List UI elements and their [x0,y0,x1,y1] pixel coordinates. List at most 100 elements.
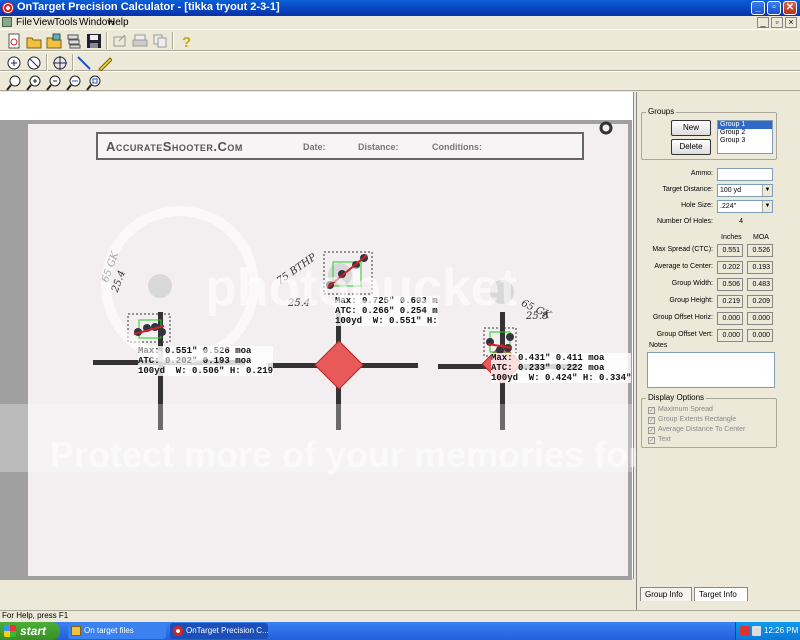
shield-icon[interactable] [740,626,750,636]
chevron-down-icon[interactable]: ▼ [762,185,772,196]
crosshair-icon [53,55,67,70]
chevron-down-icon[interactable]: ▼ [762,201,772,212]
zoom-out-button[interactable] [44,73,64,92]
zoom-width-button[interactable] [64,73,84,92]
option-label: Maximum Spread [658,406,713,413]
hole-size-select[interactable]: .224" ▼ [717,200,773,213]
group-list-item[interactable]: Group 3 [718,137,772,145]
zoom-fit-button[interactable] [4,73,24,92]
notes-textarea[interactable] [647,352,775,388]
num-holes-label: Number Of Holes: [656,218,713,225]
minimize-button[interactable]: _ [751,1,765,15]
group-list-item[interactable]: Group 1 [718,121,772,129]
tab-group-info[interactable]: Group Info [640,587,692,601]
target-date-field: Date: [303,142,326,152]
tab-label: Group Info [645,590,683,599]
calibrate-button[interactable] [4,53,24,72]
target-distance-field: Distance: [358,142,399,152]
stat-inches-value: 0.551 [717,244,743,257]
copy-button[interactable] [150,31,170,50]
measure-button[interactable] [74,53,94,72]
ammo-field[interactable] [717,168,773,181]
tab-target-info[interactable]: Target Info [694,587,748,601]
open-button[interactable] [24,31,44,50]
open-folder-icon [26,37,42,48]
menu-view[interactable]: View [33,17,55,28]
display-options-legend: Display Options [646,393,707,402]
export-button[interactable] [110,31,130,50]
menu-file[interactable]: File [16,17,32,28]
stat-label: Max Spread (CTC): [652,246,713,253]
help-button[interactable]: ? [176,31,196,50]
target-brand: AccurateShooter.Com [106,139,243,154]
tools-toolbar [0,51,800,71]
hole-size-value: .224" [720,203,737,210]
new-group-button[interactable]: New [671,120,711,136]
zoom-in-button[interactable] [24,73,44,92]
doc-restore-button[interactable]: ▫ [771,17,783,28]
save-disk-icon [87,33,101,48]
checkbox-icon: ✓ [648,407,655,414]
start-button[interactable]: start [0,622,60,640]
target-distance-select[interactable]: 100 yd ▼ [717,184,773,197]
stat-moa-value: 0.209 [747,295,773,308]
stat-inches-value: 0.000 [717,312,743,325]
group-extents-checkbox[interactable]: ✓ Group Extents Rectangle [648,416,736,424]
watermark-logo-text: photobucket [205,259,517,317]
task-ontarget-app[interactable]: OnTarget Precision C... [170,623,268,639]
maximize-button[interactable]: ▫ [767,1,781,15]
help-question-icon: ? [182,34,191,49]
folder-icon [71,626,81,636]
document-icon[interactable] [2,17,12,27]
close-button[interactable]: ✕ [783,1,797,15]
new-file-button[interactable] [4,31,24,50]
system-tray: 12:26 PM [735,622,800,640]
aim-point-button[interactable] [50,53,70,72]
stat-moa-value: 0.526 [747,244,773,257]
target-header: AccurateShooter.Com Date: Distance: Cond… [96,132,584,160]
stat-label: Group Offset Horiz: [652,314,713,321]
speaker-icon[interactable] [752,626,761,636]
toolbar-separator [172,32,174,49]
group-list-item[interactable]: Group 2 [718,129,772,137]
windows-logo-icon [4,625,16,637]
option-label: Text [658,436,671,443]
menu-help[interactable]: Help [108,17,129,28]
new-file-icon [8,33,20,48]
checkbox-icon: ✓ [648,437,655,444]
window-title: OnTarget Precision Calculator - [tikka t… [17,1,280,13]
rotate-circle-icon [27,56,41,69]
ammo-label: Ammo: [690,170,713,177]
group-listbox[interactable]: Group 1 Group 2 Group 3 [717,120,773,154]
status-bar: For Help, press F1 [0,610,800,622]
save-button[interactable] [84,31,104,50]
svg-text:?: ? [182,34,191,49]
doc-close-button[interactable]: × [785,17,797,28]
stat-inches-value: 0.219 [717,295,743,308]
calibrate-circle-icon [7,56,21,69]
app-target-icon [173,626,183,636]
ruler-button[interactable] [94,53,114,72]
print-button[interactable] [130,31,150,50]
maximum-spread-checkbox[interactable]: ✓ Maximum Spread [648,406,713,414]
zoom-toolbar [0,71,800,91]
checkbox-icon: ✓ [648,417,655,424]
rotate-button[interactable] [24,53,44,72]
start-label: start [20,624,47,638]
batch-button[interactable] [64,31,84,50]
doc-minimize-button[interactable]: _ [757,17,769,28]
watermark-slogan: Protect more of your memories for less! [50,434,735,475]
open-image-button[interactable] [44,31,64,50]
zoom-actual-button[interactable] [84,73,104,92]
checkbox-icon: ✓ [648,427,655,434]
menu-tools[interactable]: Tools [54,17,77,28]
stat-inches-value: 0.202 [717,261,743,274]
text-checkbox[interactable]: ✓ Text [648,436,671,444]
zoom-fit-icon [6,75,21,91]
option-label: Average Distance To Center [658,426,746,433]
average-distance-checkbox[interactable]: ✓ Average Distance To Center [648,426,745,434]
app-target-icon [2,2,14,14]
stat-moa-value: 0.483 [747,278,773,291]
delete-group-button[interactable]: Delete [671,139,711,155]
task-on-target-files[interactable]: On target files [68,623,166,639]
